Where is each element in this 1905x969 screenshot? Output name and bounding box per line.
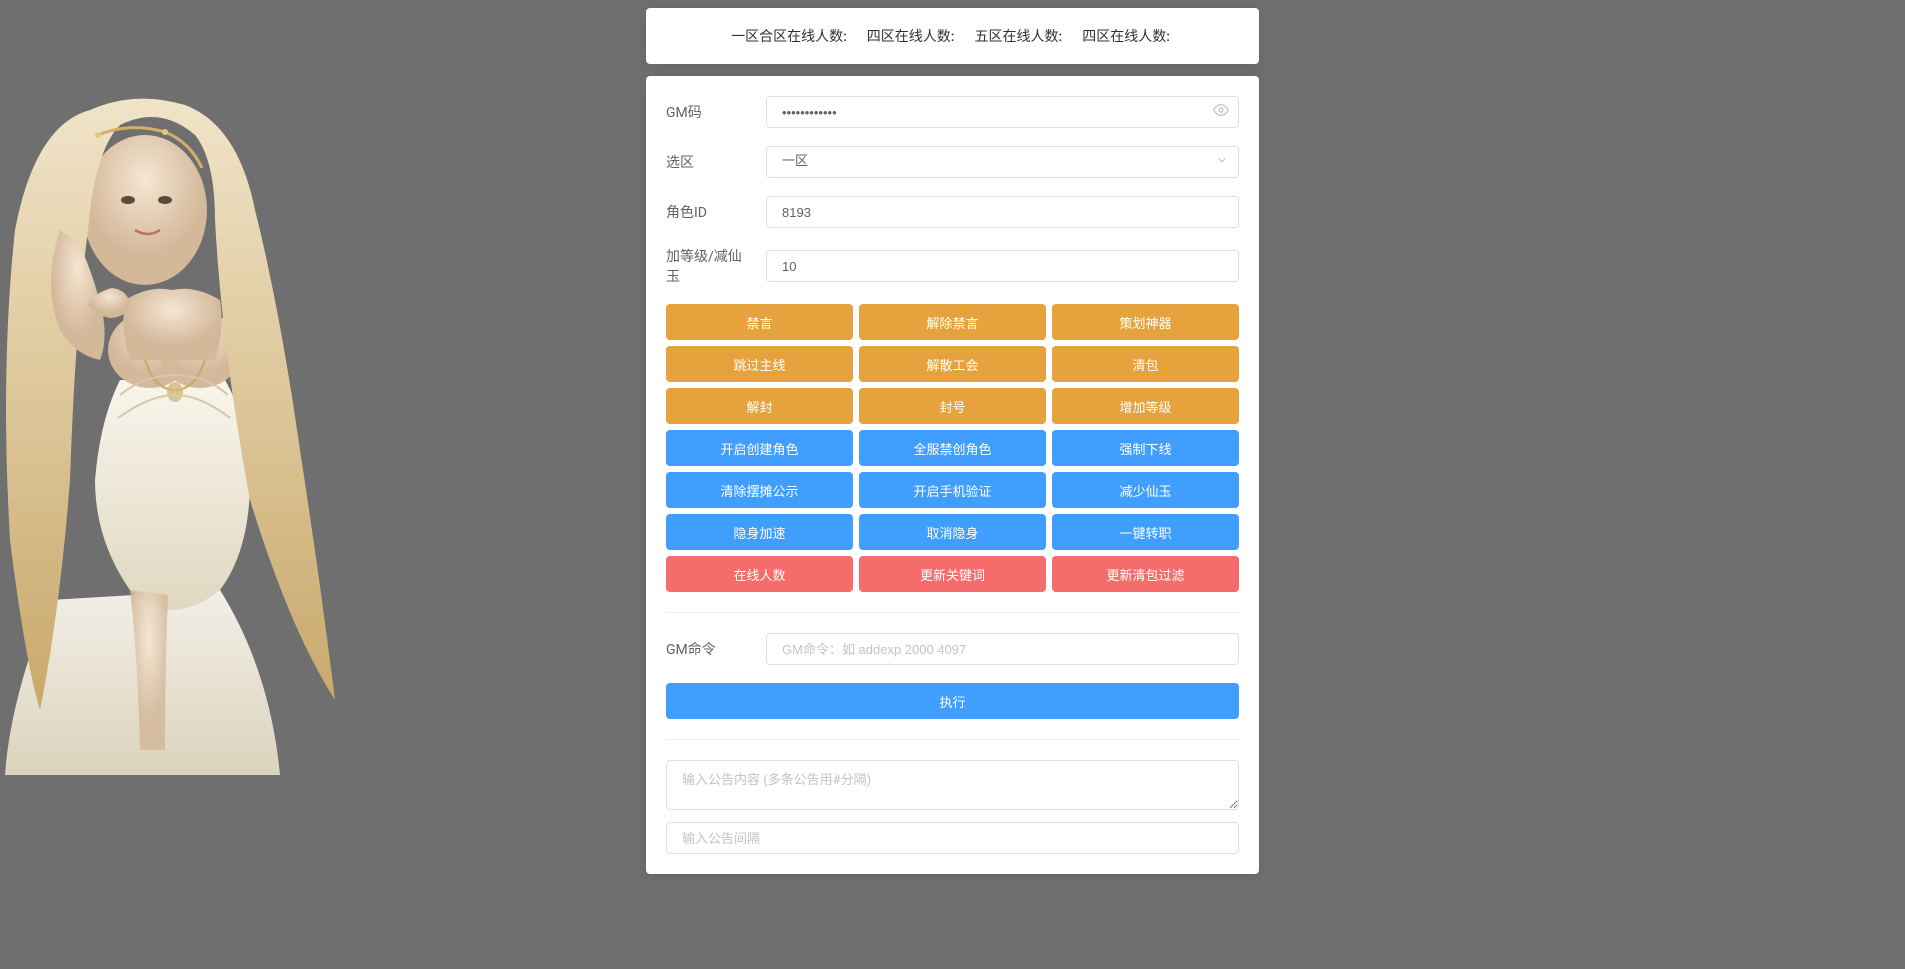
stealth-speed-button[interactable]: 隐身加速 (666, 514, 853, 550)
online-stats-header: 一区合区在线人数: 四区在线人数: 五区在线人数: 四区在线人数: (646, 8, 1259, 64)
update-clearbag-filter-button[interactable]: 更新清包过滤 (1052, 556, 1239, 592)
enable-phone-verify-button[interactable]: 开启手机验证 (859, 472, 1046, 508)
announce-interval-input[interactable] (666, 822, 1239, 854)
cancel-stealth-button[interactable]: 取消隐身 (859, 514, 1046, 550)
enable-create-role-button[interactable]: 开启创建角色 (666, 430, 853, 466)
execute-button[interactable]: 执行 (666, 683, 1239, 719)
unban-button[interactable]: 解封 (666, 388, 853, 424)
character-illustration (0, 50, 380, 780)
clear-stall-button[interactable]: 清除摆摊公示 (666, 472, 853, 508)
gm-cmd-input[interactable] (766, 633, 1239, 665)
level-jade-label: 加等级/减仙玉 (666, 246, 766, 286)
online-count-button[interactable]: 在线人数 (666, 556, 853, 592)
stat-zone-1: 一区合区在线人数: (731, 26, 851, 46)
reduce-jade-button[interactable]: 减少仙玉 (1052, 472, 1239, 508)
gm-panel: GM码 选区 一区 角色ID 加等级/减仙玉 (646, 76, 1259, 874)
stat-zone-5: 五区在线人数: (975, 26, 1067, 46)
planner-artifact-button[interactable]: 策划神器 (1052, 304, 1239, 340)
gm-cmd-label: GM命令 (666, 639, 766, 659)
update-keywords-button[interactable]: 更新关键词 (859, 556, 1046, 592)
unmute-button[interactable]: 解除禁言 (859, 304, 1046, 340)
force-offline-button[interactable]: 强制下线 (1052, 430, 1239, 466)
ban-button[interactable]: 封号 (859, 388, 1046, 424)
zone-label: 选区 (666, 152, 766, 172)
skip-mainline-button[interactable]: 跳过主线 (666, 346, 853, 382)
stat-zone-4a: 四区在线人数: (867, 26, 959, 46)
stat-zone-4b: 四区在线人数: (1082, 26, 1174, 46)
level-jade-input[interactable] (766, 250, 1239, 282)
divider (666, 612, 1239, 613)
disband-guild-button[interactable]: 解散工会 (859, 346, 1046, 382)
zone-select[interactable]: 一区 (766, 146, 1239, 178)
change-class-button[interactable]: 一键转职 (1052, 514, 1239, 550)
gm-code-input[interactable] (766, 96, 1239, 128)
role-id-label: 角色ID (666, 202, 766, 222)
eye-icon[interactable] (1213, 102, 1229, 122)
mute-button[interactable]: 禁言 (666, 304, 853, 340)
disable-create-role-button[interactable]: 全服禁创角色 (859, 430, 1046, 466)
gm-code-label: GM码 (666, 102, 766, 122)
add-level-button[interactable]: 增加等级 (1052, 388, 1239, 424)
clear-bag-button[interactable]: 清包 (1052, 346, 1239, 382)
role-id-input[interactable] (766, 196, 1239, 228)
announce-content-input[interactable] (666, 760, 1239, 810)
divider-2 (666, 739, 1239, 740)
